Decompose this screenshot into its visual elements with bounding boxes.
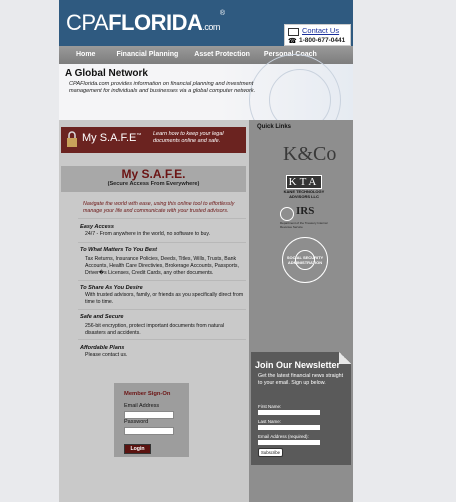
irs-mark: IRS	[296, 205, 315, 217]
email-field[interactable]	[124, 411, 174, 419]
page-curl-decoration	[339, 352, 351, 364]
quick-links-heading: Quick Links	[257, 124, 292, 130]
my-safe-banner[interactable]: My S.A.F.E™ Learn how to keep your legal…	[61, 127, 246, 153]
contact-box: Contact Us ☎ 1-800-677-0441	[284, 24, 351, 46]
section-heading: To What Matters To You Best	[80, 247, 157, 253]
contact-us-link[interactable]: Contact Us	[302, 26, 339, 35]
phone-icon: ☎	[288, 38, 297, 45]
member-sign-on: Member Sign-On Email Address Password Lo…	[114, 383, 189, 457]
safe-title: My S.A.F.E.	[121, 167, 186, 181]
page: CPAFLORIDA.com® Contact Us ☎ 1-800-677-0…	[59, 0, 353, 502]
hero-banner: A Global Network CPAFlorida.com provides…	[59, 54, 353, 146]
divider	[78, 242, 246, 243]
ssa-name: SOCIAL SECURITY ADMINISTRATION	[286, 255, 324, 265]
last-name-label: Last Name:	[258, 419, 282, 424]
my-safe-banner-tagline: Learn how to keep your legal documents o…	[153, 131, 224, 145]
newsletter-box: Join Our Newsletter Get the latest finan…	[251, 352, 351, 465]
divider	[78, 280, 246, 281]
section-body: 256-bit encryption, protect important do…	[85, 323, 224, 337]
divider	[78, 218, 246, 219]
first-name-field[interactable]	[258, 410, 320, 415]
my-safe-banner-title: My S.A.F.E™	[82, 132, 142, 144]
member-sign-on-heading: Member Sign-On	[124, 391, 171, 397]
email-label: Email Address	[124, 403, 160, 409]
lock-icon	[67, 131, 77, 147]
subscribe-button[interactable]: Subscribe	[258, 448, 283, 457]
newsletter-text: Get the latest financial news straight t…	[258, 373, 344, 387]
safe-title-box: My S.A.F.E. (Secure Access From Everywhe…	[61, 166, 246, 192]
nav-financial-planning[interactable]: Financial Planning	[116, 46, 178, 64]
envelope-icon	[288, 28, 299, 36]
login-button[interactable]: Login	[124, 444, 151, 454]
newsletter-email-label: Email Address (required):	[258, 434, 309, 439]
banner-title: A Global Network	[65, 68, 148, 79]
section-heading: To Share As You Desire	[80, 285, 143, 291]
ssa-seal-logo[interactable]: SOCIAL SECURITY ADMINISTRATION	[282, 237, 328, 283]
section-body: Tax Returns, Insurance Policies, Deeds, …	[85, 256, 239, 277]
site-header: CPAFLORIDA.com® Contact Us ☎ 1-800-677-0…	[59, 0, 353, 46]
section-body: 24/7 - From anywhere in the world, no so…	[85, 231, 211, 237]
irs-name: Department of the Treasury Internal Reve…	[280, 221, 328, 229]
section-body: Please contact us.	[85, 352, 128, 358]
section-heading: Safe and Secure	[80, 314, 124, 320]
newsletter-email-field[interactable]	[258, 440, 320, 445]
newsletter-title: Join Our Newsletter	[255, 360, 341, 370]
irs-seal-icon	[280, 207, 294, 221]
password-label: Password	[124, 419, 149, 425]
nav-home[interactable]: Home	[76, 46, 95, 64]
password-field[interactable]	[124, 427, 174, 435]
nav-asset-protection[interactable]: Asset Protection	[194, 46, 250, 64]
divider	[78, 339, 246, 340]
divider	[78, 309, 246, 310]
section-heading: Affordable Plans	[80, 345, 125, 351]
first-name-label: First Name:	[258, 404, 282, 409]
section-heading: Easy Access	[80, 224, 115, 230]
kta-mark: KTA	[285, 175, 323, 189]
safe-intro: Navigate the world with ease, using this…	[83, 201, 235, 215]
kta-name: KANE TECHNOLOGY ADVISORS LLC	[283, 189, 325, 199]
k-and-co-logo[interactable]: K&Co	[283, 143, 336, 166]
banner-text: CPAFlorida.com provides information on f…	[69, 81, 256, 95]
last-name-field[interactable]	[258, 425, 320, 430]
safe-subtitle: (Secure Access From Everywhere)	[107, 181, 200, 187]
site-logo[interactable]: CPAFLORIDA.com®	[66, 10, 225, 36]
section-body: With trusted advisors, family, or friend…	[85, 292, 244, 306]
kta-logo[interactable]: KTA KANE TECHNOLOGY ADVISORS LLC	[278, 172, 330, 200]
phone-number: 1-800-677-0441	[299, 37, 346, 44]
